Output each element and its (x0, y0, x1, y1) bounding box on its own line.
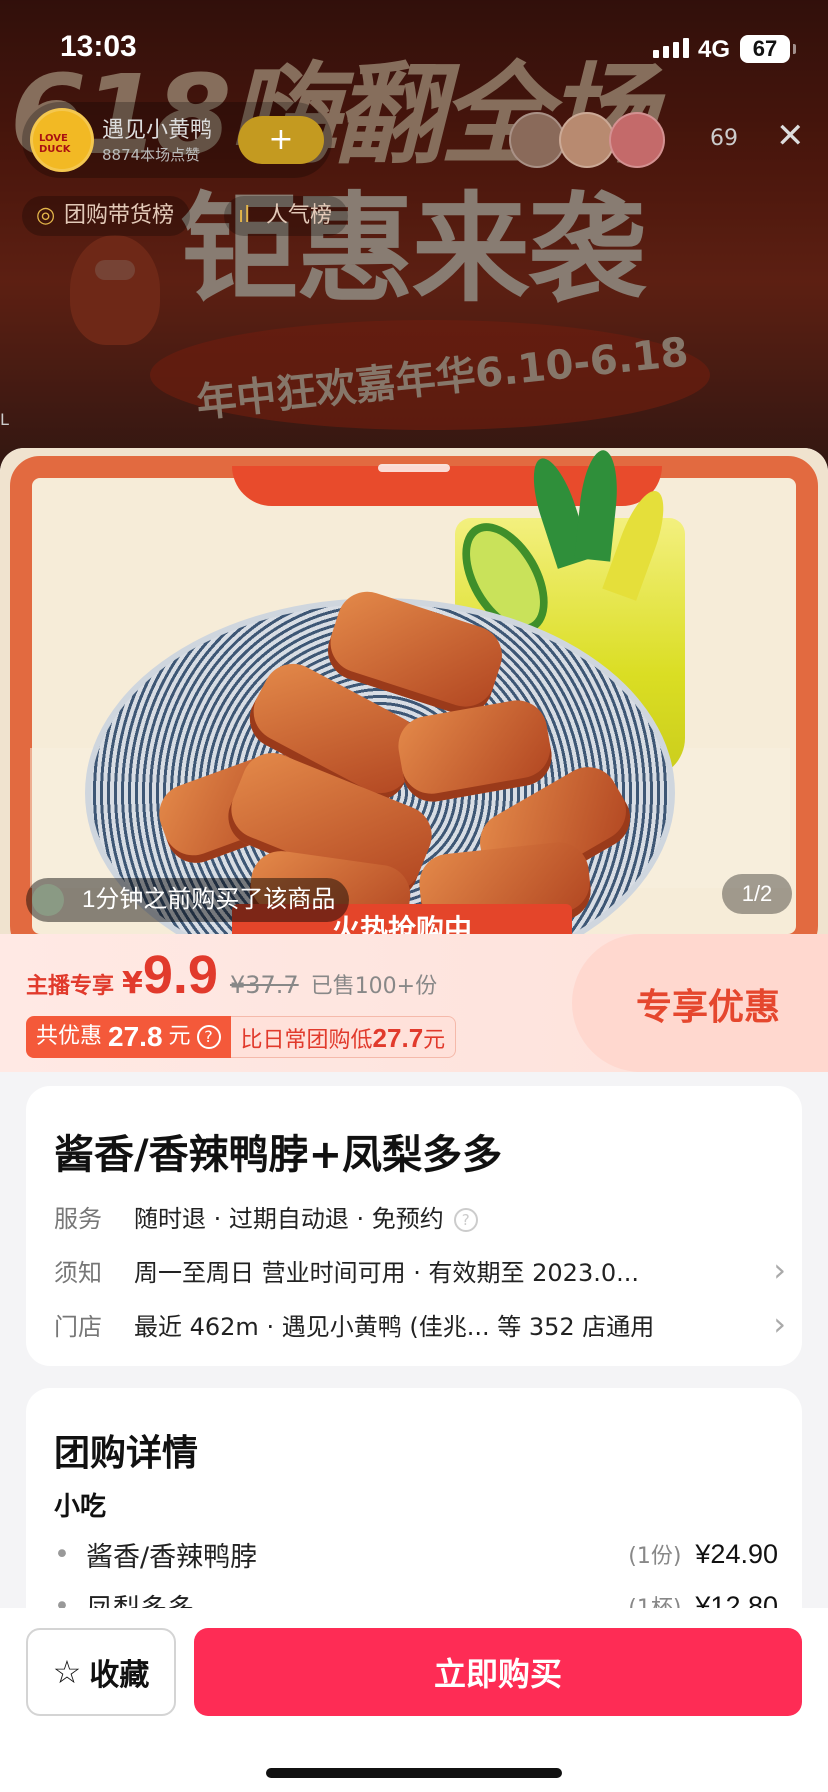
compare-amount: 27.7 (372, 1023, 424, 1053)
service-label: 服务 (54, 1204, 102, 1233)
item-price: ¥24.90 (695, 1538, 778, 1569)
notice-row[interactable]: 须知 周一至周日 营业时间可用 · 有效期至 2023.0... › (54, 1250, 786, 1290)
close-icon[interactable]: ✕ (776, 116, 805, 156)
details-title: 团购详情 (54, 1433, 199, 1474)
total-discount[interactable]: 共优惠 27.8 元 ? (26, 1016, 231, 1058)
product-info-card: 酱香/香辣鸭脖+凤梨多多 服务 随时退 · 过期自动退 · 免预约? 须知 周一… (26, 1086, 802, 1366)
star-icon: ☆ (52, 1653, 82, 1691)
viewer-avatars[interactable] (509, 112, 665, 168)
discount-prefix: 共优惠 (36, 1024, 103, 1049)
service-value-wrap: 随时退 · 过期自动退 · 免预约? (134, 1199, 786, 1234)
status-time: 13:03 (60, 30, 137, 63)
service-value: 随时退 · 过期自动退 · 免预约 (134, 1204, 444, 1233)
list-item: • 酱香/香辣鸭脖 (1份) ¥24.90 (54, 1534, 778, 1574)
current-price: 9.9 (142, 945, 218, 1005)
price-bar: 专享优惠 主播专享 ¥ 9.9 ¥37.7 已售100+份 共优惠 27.8 元… (0, 934, 828, 1072)
host-avatar[interactable]: LOVE DUCK (30, 108, 94, 172)
product-title: 酱香/香辣鸭脖+凤梨多多 (54, 1132, 503, 1178)
exclusive-offer-label: 专享优惠 (636, 987, 781, 1028)
bottom-action-bar: ☆ 收藏 立即购买 (0, 1608, 828, 1792)
status-bar: 13:03 4G 67 (0, 0, 828, 100)
store-value: 最近 462m · 遇见小黄鸭 (佳兆... 等 352 店通用 (134, 1312, 655, 1341)
compare-discount: 比日常团购低27.7元 (230, 1016, 457, 1058)
host-logo-text: LOVE DUCK (39, 133, 71, 155)
help-icon[interactable]: ? (453, 1207, 478, 1232)
avatar (559, 112, 615, 168)
image-counter: 1/2 (722, 874, 792, 914)
favorite-button[interactable]: ☆ 收藏 (26, 1628, 176, 1716)
host-info[interactable]: LOVE DUCK 遇见小黄鸭 8874本场点赞 + (22, 102, 332, 178)
sheet-drag-handle[interactable] (378, 464, 450, 472)
question-icon[interactable]: ? (196, 1025, 221, 1049)
viewer-count[interactable]: 69 (710, 126, 738, 151)
host-likes: 8874本场点赞 (102, 146, 201, 164)
medal-icon: ◎ (36, 203, 56, 228)
product-image[interactable]: 1分钟之前购买了该商品 火热抢购中 1/2 (0, 448, 828, 934)
discount-unit: 元 (168, 1024, 191, 1049)
network-type: 4G (698, 36, 731, 63)
details-category: 小吃 (54, 1492, 107, 1522)
host-name: 遇见小黄鸭 (102, 118, 213, 143)
compare-unit: 元 (423, 1028, 446, 1053)
rank-chip-label: 人气榜 (266, 203, 333, 228)
store-row[interactable]: 门店 最近 462m · 遇见小黄鸭 (佳兆... 等 352 店通用 › (54, 1304, 786, 1344)
avatar (32, 884, 64, 916)
notice-label: 须知 (54, 1258, 102, 1287)
chevron-right-icon: › (773, 1305, 786, 1343)
product-sheet: 1分钟之前购买了该商品 火热抢购中 1/2 专享优惠 主播专享 ¥ 9.9 ¥3… (0, 448, 828, 1792)
host-exclusive-tag: 主播专享 (26, 974, 115, 999)
discount-row[interactable]: 共优惠 27.8 元 ? 比日常团购低27.7元 (26, 1016, 457, 1058)
discount-amount: 27.8 (108, 1021, 163, 1052)
item-qty: (1份) (628, 1544, 682, 1569)
chevron-right-icon: › (773, 1251, 786, 1289)
recent-purchase-ticker: 1分钟之前购买了该商品 (26, 878, 350, 922)
signal-icon (653, 38, 689, 58)
rank-chip-groupbuy[interactable]: ◎ 团购带货榜 (22, 196, 191, 236)
rank-chip-popularity[interactable]: ıl 人气榜 (224, 196, 349, 236)
heart-plus-icon: + (268, 122, 294, 157)
sold-count: 已售100+份 (310, 974, 438, 999)
currency-symbol: ¥ (122, 966, 143, 1001)
recent-purchase-text: 1分钟之前购买了该商品 (82, 886, 336, 913)
original-price: ¥37.7 (229, 971, 299, 999)
bars-icon: ıl (238, 203, 251, 228)
rank-chip-label: 团购带货榜 (64, 203, 175, 228)
compare-prefix: 比日常团购低 (240, 1028, 373, 1053)
favorite-label: 收藏 (89, 1658, 150, 1693)
battery-icon: 67 (740, 35, 796, 63)
buy-now-button[interactable]: 立即购买 (194, 1628, 802, 1716)
avatar (509, 112, 565, 168)
service-row: 服务 随时退 · 过期自动退 · 免预约? (54, 1196, 786, 1236)
bullet: • (54, 1538, 70, 1570)
item-name: 酱香/香辣鸭脖 (86, 1541, 258, 1573)
notice-value: 周一至周日 营业时间可用 · 有效期至 2023.0... (134, 1258, 640, 1287)
price-row: 主播专享 ¥ 9.9 ¥37.7 已售100+份 (26, 944, 437, 1006)
avatar (609, 112, 665, 168)
follow-button[interactable]: + (238, 116, 324, 164)
store-label: 门店 (54, 1312, 102, 1341)
home-indicator (266, 1768, 562, 1778)
side-tag: L (0, 410, 9, 429)
